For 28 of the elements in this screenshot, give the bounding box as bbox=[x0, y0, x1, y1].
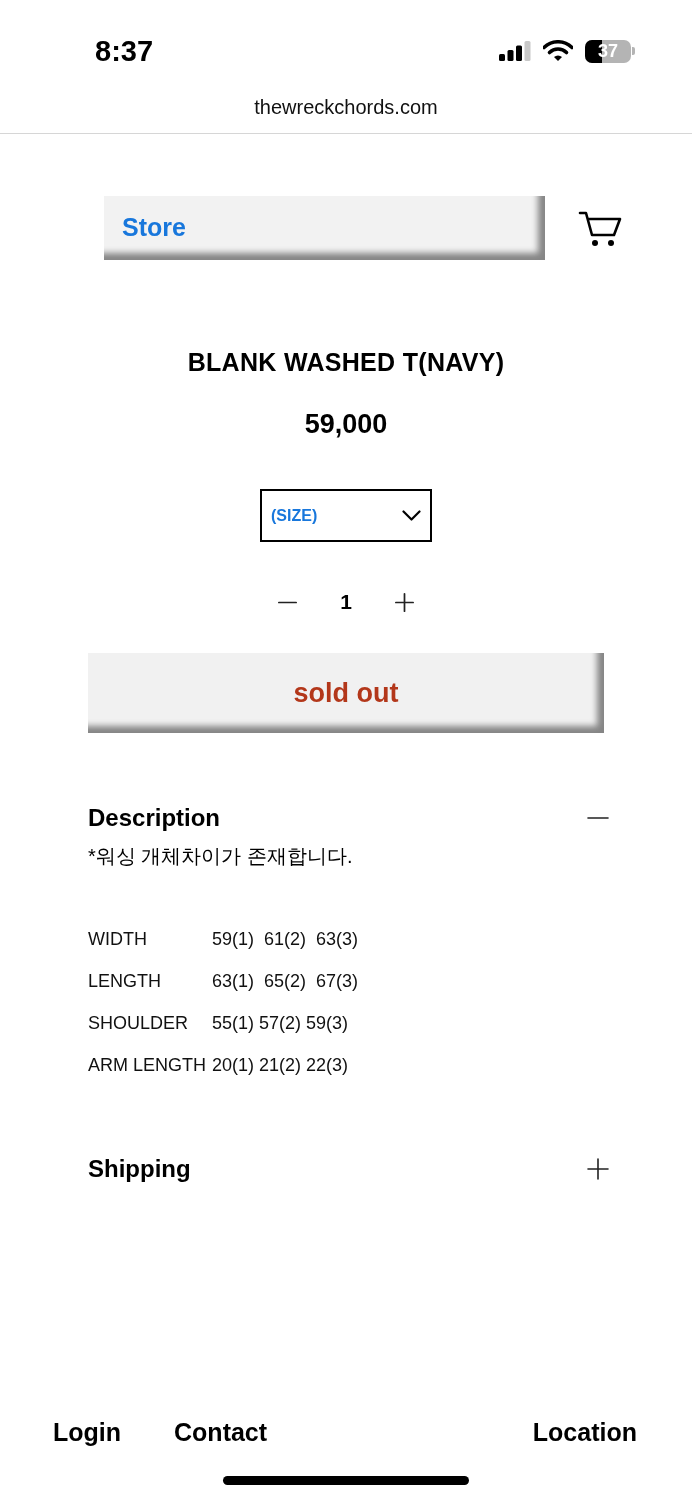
size-select[interactable]: (SIZE) bbox=[260, 489, 432, 542]
store-link[interactable]: Store bbox=[104, 196, 545, 260]
size-label: WIDTH bbox=[88, 927, 148, 951]
wifi-icon bbox=[543, 40, 573, 62]
size-values: 20(1) 21(2) 22(3) bbox=[212, 1053, 349, 1077]
section-heading[interactable]: Shipping bbox=[88, 1153, 191, 1185]
product-title: BLANK WASHED T(NAVY) bbox=[187, 347, 505, 378]
section-heading[interactable]: Description bbox=[88, 802, 221, 834]
size-values: 63(1) 65(2) 67(3) bbox=[212, 969, 359, 993]
url-text[interactable]: thewreckchords.com bbox=[254, 93, 438, 120]
cart-icon[interactable] bbox=[578, 209, 622, 247]
expand-icon[interactable] bbox=[587, 1158, 609, 1180]
sold-out-button[interactable]: sold out bbox=[88, 653, 604, 733]
size-label: LENGTH bbox=[88, 969, 162, 993]
size-values: 55(1) 57(2) 59(3) bbox=[212, 1011, 349, 1035]
product-price: 59,000 bbox=[304, 408, 388, 441]
plus-icon[interactable] bbox=[395, 592, 414, 612]
footer-link[interactable]: Login bbox=[53, 1416, 122, 1448]
size-label: ARM LENGTH bbox=[88, 1053, 207, 1077]
footer-link[interactable]: Location bbox=[532, 1416, 637, 1448]
chevron-down-icon bbox=[402, 510, 421, 521]
signal-icon bbox=[499, 41, 531, 61]
description-note: *워싱 개체차이가 존재합니다. bbox=[88, 844, 354, 869]
quantity-value: 1 bbox=[339, 589, 353, 615]
size-label: SHOULDER bbox=[88, 1011, 190, 1035]
footer-link[interactable]: Contact bbox=[174, 1416, 268, 1448]
size-values: 59(1) 61(2) 63(3) bbox=[212, 927, 359, 951]
status-time: 8:37 bbox=[95, 34, 154, 69]
